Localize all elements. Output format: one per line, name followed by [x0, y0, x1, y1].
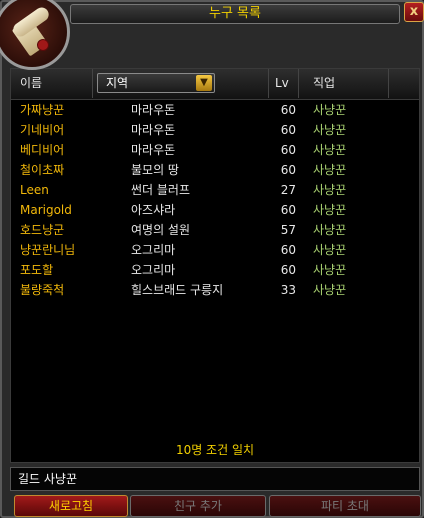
player-level: 60 — [280, 163, 296, 177]
player-name: 베디비어 — [20, 143, 65, 157]
window-title: 누구 목록 — [70, 4, 400, 24]
add-friend-button[interactable]: 친구 추가 — [130, 495, 266, 517]
zone-dropdown-label: 지역 — [106, 76, 129, 90]
player-class: 사냥꾼 — [313, 263, 347, 277]
list-item[interactable]: 기네비어 마라우돈 60 사냥꾼 — [11, 120, 419, 140]
player-zone: 불모의 땅 — [131, 163, 179, 177]
party-invite-button[interactable]: 파티 초대 — [269, 495, 421, 517]
player-class: 사냥꾼 — [313, 283, 347, 297]
column-divider — [219, 69, 269, 98]
list-item[interactable]: 냥꾼란니님 오그리마 60 사냥꾼 — [11, 240, 419, 260]
player-class: 사냥꾼 — [313, 243, 347, 257]
player-zone: 힐스브래드 구릉지 — [131, 283, 224, 297]
player-zone: 썬더 블러프 — [131, 183, 191, 197]
player-name: Marigold — [20, 203, 72, 217]
player-level: 60 — [280, 123, 296, 137]
list-item[interactable]: 호드냥군 여명의 설원 57 사냥꾼 — [11, 220, 419, 240]
column-header-level[interactable]: Lv — [269, 69, 299, 98]
wax-seal-icon — [37, 39, 49, 51]
list-item[interactable]: 가짜냥꾼 마라우돈 60 사냥꾼 — [11, 100, 419, 120]
player-name: 기네비어 — [20, 123, 65, 137]
column-header-class[interactable]: 직업 — [299, 69, 389, 98]
player-class: 사냥꾼 — [313, 143, 347, 157]
player-name: 포도할 — [20, 263, 54, 277]
list-item[interactable]: Marigold 아즈샤라 60 사냥꾼 — [11, 200, 419, 220]
player-level: 27 — [280, 183, 296, 197]
player-level: 60 — [280, 243, 296, 257]
match-count: 10명 조건 일치 — [175, 443, 255, 457]
results-panel: 이름 지역 ▼ Lv 직업 가짜냥꾼 마라우돈 60 사냥꾼 기네비어 마라우돈… — [10, 68, 420, 463]
list-item[interactable]: 포도할 오그리마 60 사냥꾼 — [11, 260, 419, 280]
close-button[interactable]: x — [404, 2, 424, 22]
column-header-bar: 이름 지역 ▼ Lv 직업 — [11, 69, 419, 100]
player-name: Leen — [20, 183, 49, 197]
player-class: 사냥꾼 — [313, 223, 347, 237]
who-list: 가짜냥꾼 마라우돈 60 사냥꾼 기네비어 마라우돈 60 사냥꾼 베디비어 마… — [11, 100, 419, 300]
player-class: 사냥꾼 — [313, 203, 347, 217]
player-class: 사냥꾼 — [313, 103, 347, 117]
search-input[interactable]: 길드 사냥꾼 — [10, 467, 420, 491]
player-name: 냥꾼란니님 — [20, 243, 76, 257]
list-item[interactable]: Leen 썬더 블러프 27 사냥꾼 — [11, 180, 419, 200]
dropdown-arrow-icon[interactable]: ▼ — [196, 75, 212, 91]
list-item[interactable]: 철이초짜 불모의 땅 60 사냥꾼 — [11, 160, 419, 180]
list-item[interactable]: 불량죽척 힐스브래드 구릉지 33 사냥꾼 — [11, 280, 419, 300]
player-name: 가짜냥꾼 — [20, 103, 65, 117]
player-level: 57 — [280, 223, 296, 237]
list-item[interactable]: 베디비어 마라우돈 60 사냥꾼 — [11, 140, 419, 160]
player-name: 철이초짜 — [20, 163, 65, 177]
player-class: 사냥꾼 — [313, 163, 347, 177]
player-level: 60 — [280, 203, 296, 217]
who-list-window: 누구 목록 x 이름 지역 ▼ Lv 직업 가짜냥꾼 마라우돈 60 사냥꾼 기… — [0, 0, 424, 518]
player-level: 60 — [280, 263, 296, 277]
player-level: 60 — [280, 143, 296, 157]
column-header-name[interactable]: 이름 — [11, 69, 93, 98]
player-level: 60 — [280, 103, 296, 117]
player-zone: 오그리마 — [131, 263, 176, 277]
player-zone: 마라우돈 — [131, 143, 176, 157]
player-level: 33 — [280, 283, 296, 297]
player-zone: 오그리마 — [131, 243, 176, 257]
player-zone: 마라우돈 — [131, 103, 176, 117]
player-name: 호드냥군 — [20, 223, 65, 237]
zone-dropdown[interactable]: 지역 ▼ — [97, 73, 215, 93]
refresh-button[interactable]: 새로고침 — [14, 495, 128, 517]
player-zone: 여명의 설원 — [131, 223, 191, 237]
player-zone: 마라우돈 — [131, 123, 176, 137]
player-class: 사냥꾼 — [313, 123, 347, 137]
player-name: 불량죽척 — [20, 283, 65, 297]
player-zone: 아즈샤라 — [131, 203, 176, 217]
player-class: 사냥꾼 — [313, 183, 347, 197]
